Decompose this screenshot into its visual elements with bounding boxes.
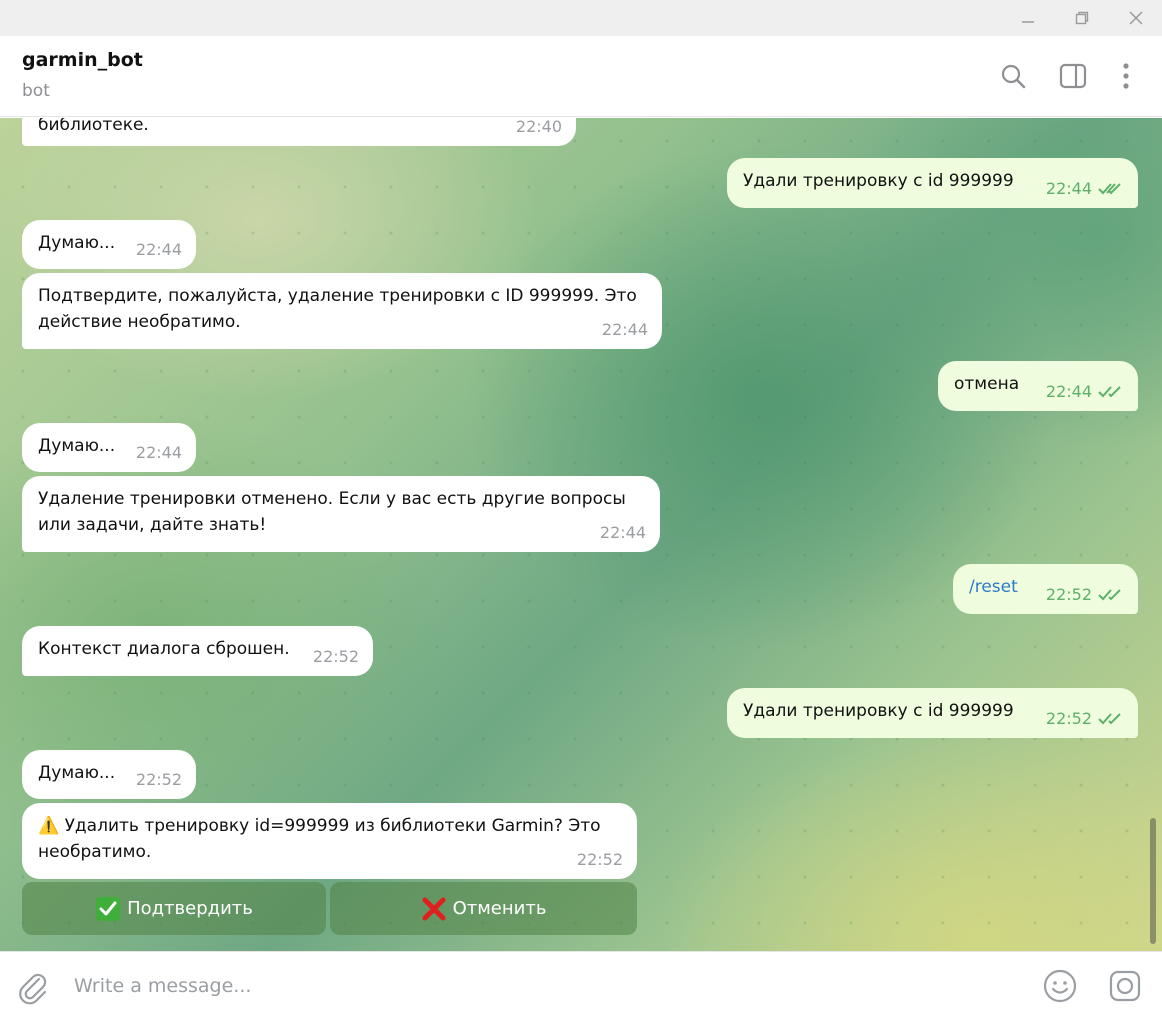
minimize-icon	[1022, 21, 1034, 23]
message-text: библиотеке.	[38, 118, 149, 135]
message-time: 22:40	[515, 118, 562, 136]
paperclip-icon	[19, 973, 47, 1005]
emoji-button[interactable]	[1041, 967, 1079, 1005]
search-icon	[1001, 64, 1026, 89]
message-incoming[interactable]: Контекст диалога сброшен. 22:52	[22, 626, 373, 676]
double-check-icon	[1098, 386, 1121, 398]
message-incoming[interactable]: Думаю... 22:44	[22, 423, 196, 472]
message-text: Контекст диалога сброшен.	[38, 639, 290, 659]
message-incoming[interactable]: Подтвердите, пожалуйста, удаление тренир…	[22, 273, 662, 349]
scrollbar-thumb[interactable]	[1150, 818, 1156, 944]
double-check-icon	[1098, 589, 1121, 601]
chat-title[interactable]: garmin_bot	[22, 49, 143, 71]
check-mark-icon	[96, 896, 121, 921]
maximize-button[interactable]	[1056, 0, 1108, 36]
emoji-icon	[1043, 969, 1077, 1003]
more-button[interactable]	[1108, 58, 1144, 94]
maximize-icon	[1075, 11, 1089, 25]
attach-button[interactable]	[15, 969, 51, 1005]
chat-subtitle: bot	[22, 81, 50, 101]
message-text: Подтвердите, пожалуйста, удаление тренир…	[38, 286, 643, 332]
message-incoming[interactable]: библиотеке. 22:40	[22, 118, 576, 146]
chat-messages-area[interactable]: библиотеке. 22:40 Удали тренировку с id …	[0, 118, 1162, 951]
message-time: 22:52	[576, 850, 623, 869]
message-outgoing[interactable]: отмена 22:44	[938, 361, 1138, 411]
message-outgoing[interactable]: Удали тренировку с id 999999 22:52	[727, 688, 1138, 738]
chat-header: garmin_bot bot	[0, 36, 1162, 117]
message-time: 22:52	[312, 647, 359, 666]
message-time: 22:44	[599, 523, 646, 542]
message-time: 22:44	[601, 320, 648, 339]
confirm-label: Подтвердить	[127, 898, 253, 919]
message-incoming[interactable]: Думаю... 22:44	[22, 220, 196, 269]
more-vertical-icon	[1123, 63, 1129, 89]
message-time: 22:44	[135, 240, 182, 259]
message-meta: 22:52	[1046, 582, 1124, 608]
message-incoming[interactable]: Удаление тренировки отменено. Если у вас…	[22, 476, 660, 552]
sticker-button[interactable]	[1106, 967, 1144, 1005]
message-time: 22:52	[135, 770, 182, 789]
close-window-button[interactable]	[1110, 0, 1162, 36]
window-titlebar	[0, 0, 1162, 36]
message-text: ⚠️ Удалить тренировку id=999999 из библи…	[38, 816, 606, 862]
double-check-icon	[1098, 183, 1121, 195]
message-incoming[interactable]: ⚠️ Удалить тренировку id=999999 из библи…	[22, 803, 637, 879]
double-check-icon	[1098, 713, 1121, 725]
message-incoming[interactable]: Думаю... 22:52	[22, 750, 196, 799]
cancel-label: Отменить	[452, 898, 547, 919]
message-time: 22:44	[135, 443, 182, 462]
message-outgoing[interactable]: /reset 22:52	[953, 564, 1138, 614]
message-outgoing[interactable]: Удали тренировку с id 999999 22:44	[727, 158, 1138, 208]
minimize-button[interactable]	[1002, 0, 1054, 36]
search-button[interactable]	[995, 58, 1031, 94]
cancel-button[interactable]: Отменить	[330, 882, 637, 935]
message-input[interactable]	[74, 966, 974, 1006]
message-text: Удаление тренировки отменено. Если у вас…	[38, 489, 632, 535]
cross-mark-icon	[422, 897, 446, 920]
sidebar-toggle-icon	[1059, 63, 1087, 89]
close-icon	[1129, 11, 1143, 25]
confirm-button[interactable]: Подтвердить	[22, 882, 326, 935]
message-meta: 22:44	[1046, 379, 1124, 405]
message-composer	[0, 951, 1162, 1020]
message-meta: 22:44	[1046, 176, 1124, 202]
sidebar-toggle-button[interactable]	[1055, 58, 1091, 94]
sticker-icon	[1109, 970, 1141, 1002]
message-meta: 22:52	[1046, 706, 1124, 732]
